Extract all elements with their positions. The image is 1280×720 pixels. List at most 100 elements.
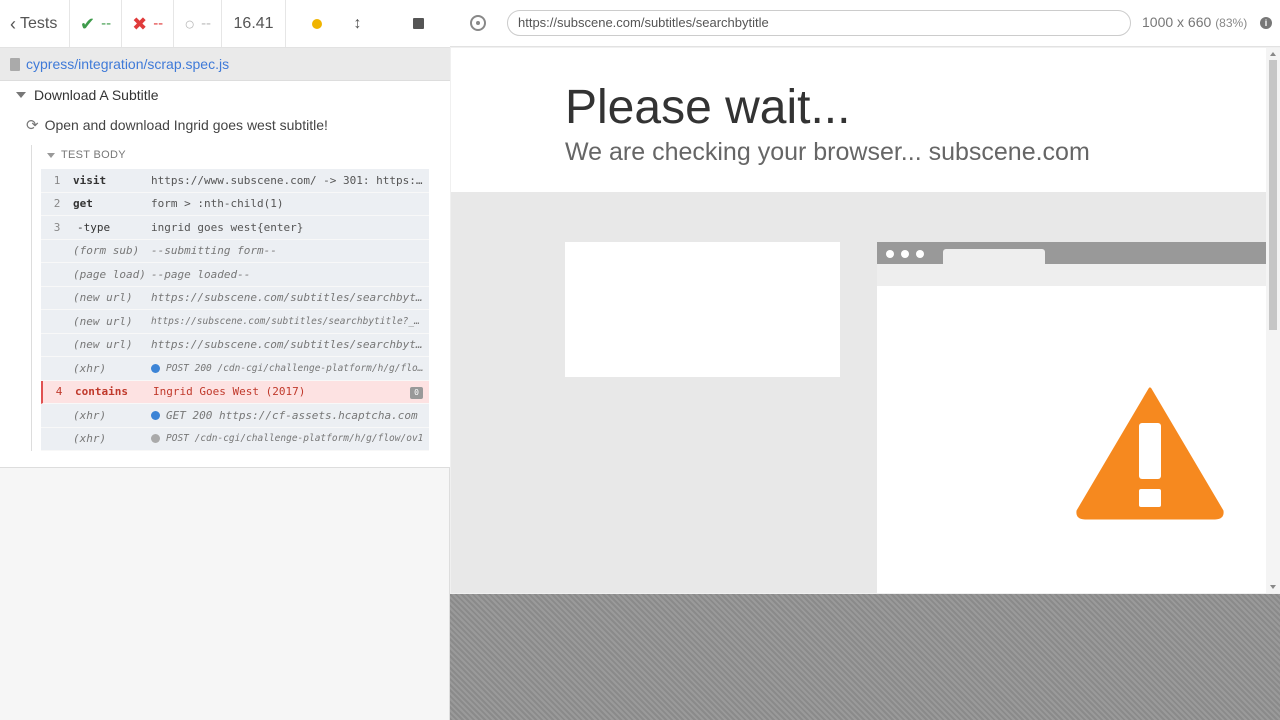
command-name: (form sub) bbox=[73, 244, 140, 258]
command-count-badge: 0 bbox=[410, 386, 423, 399]
browser-tab-shape bbox=[943, 249, 1045, 264]
aut-header: https://subscene.com/subtitles/searchbyt… bbox=[450, 0, 1280, 47]
command-message: https://subscene.com/subtitles/searchbyt… bbox=[151, 316, 429, 327]
command-message: POST 200 /cdn-cgi/challenge-platform/h/g… bbox=[151, 363, 429, 374]
command-message: form > :nth-child(1) bbox=[151, 197, 429, 210]
command-message: --submitting form-- bbox=[151, 244, 429, 257]
tests-back-button[interactable]: ‹ Tests bbox=[0, 0, 70, 47]
command-message-text: https://subscene.com/subtitles/searchbyt… bbox=[151, 291, 429, 305]
viewport-info: 1000 x 660 (83%) bbox=[1142, 14, 1247, 30]
command-row[interactable]: (xhr) GET 200 https://cf-assets.hcaptcha.… bbox=[41, 404, 429, 428]
url-bar[interactable]: https://subscene.com/subtitles/searchbyt… bbox=[507, 10, 1131, 36]
command-row[interactable]: (xhr) POST /cdn-cgi/challenge-platform/h/… bbox=[41, 427, 429, 451]
caret-down-icon bbox=[47, 152, 55, 158]
command-message-text: form > :nth-child(1) bbox=[151, 197, 284, 211]
command-row[interactable]: 1 visit https://www.subscene.com/ -> 301: … bbox=[41, 169, 429, 193]
command-message-text: --page loaded-- bbox=[151, 267, 251, 281]
reporter-header: ‹ Tests ✔ -- ✖ -- ○ -- 16.41 ↕ bbox=[0, 0, 450, 48]
command-message-text: https://subscene.com/subtitles/searchbyt… bbox=[151, 338, 429, 352]
aut-empty-area bbox=[450, 594, 1280, 720]
scroll-thumb[interactable] bbox=[1269, 60, 1277, 330]
command-message-text: Ingrid Goes West (2017) bbox=[153, 385, 306, 399]
command-message-text: https://subscene.com/subtitles/searchbyt… bbox=[151, 315, 429, 327]
duration: 16.41 bbox=[222, 0, 287, 47]
command-row[interactable]: (page load) --page loaded-- bbox=[41, 263, 429, 287]
command-number: 2 bbox=[53, 197, 61, 211]
caret-down-icon bbox=[16, 92, 26, 98]
command-message-text: POST /cdn-cgi/challenge-platform/h/g/flo… bbox=[166, 433, 424, 445]
suite-title[interactable]: Download A Subtitle bbox=[16, 87, 159, 103]
command-name: (new url) bbox=[73, 314, 133, 328]
warning-icon bbox=[1076, 387, 1224, 520]
tests-back-label: Tests bbox=[20, 14, 58, 32]
command-row[interactable]: 3 -type ingrid goes west{enter} bbox=[41, 216, 429, 240]
command-name: (new url) bbox=[73, 338, 133, 352]
command-row[interactable]: (new url) https://subscene.com/subtitles/… bbox=[41, 310, 429, 334]
x-icon: ✖ bbox=[132, 13, 148, 34]
command-message: --page loaded-- bbox=[151, 268, 429, 281]
browser-illustration-toolbar bbox=[877, 264, 1266, 286]
command-name: (new url) bbox=[73, 291, 133, 305]
reporter-panel: ‹ Tests ✔ -- ✖ -- ○ -- 16.41 ↕ cypress/i… bbox=[0, 0, 450, 720]
command-row[interactable]: (new url) https://subscene.com/subtitles/… bbox=[41, 333, 429, 357]
command-message-text: POST 200 /cdn-cgi/challenge-platform/h/g… bbox=[166, 362, 429, 374]
command-message: POST /cdn-cgi/challenge-platform/h/g/flo… bbox=[151, 433, 429, 444]
command-name: (xhr) bbox=[73, 408, 107, 422]
page-title: Please wait... bbox=[565, 81, 851, 134]
page-subtitle: We are checking your browser... subscene… bbox=[565, 138, 1090, 166]
test-title[interactable]: ⟳ Open and download Ingrid goes west sub… bbox=[26, 116, 328, 134]
command-name: (xhr) bbox=[73, 361, 107, 375]
pending-count[interactable]: ○ -- bbox=[174, 0, 223, 47]
command-message: ingrid goes west{enter} bbox=[151, 221, 429, 234]
browser-illustration bbox=[877, 242, 1266, 593]
xhr-status-dot-icon bbox=[151, 411, 160, 421]
command-name: get bbox=[73, 197, 93, 211]
window-dot-icon bbox=[886, 250, 894, 258]
command-name: visit bbox=[73, 173, 107, 187]
xhr-status-dot-icon bbox=[151, 363, 160, 373]
aut-iframe: Please wait... We are checking your brow… bbox=[451, 48, 1266, 593]
command-message-text: https://www.subscene.com/ -> 301: https:… bbox=[151, 173, 429, 187]
command-row[interactable]: 2 get form > :nth-child(1) bbox=[41, 192, 429, 216]
viewport-size: 1000 x 660 bbox=[1142, 14, 1212, 30]
stop-icon[interactable] bbox=[413, 18, 425, 29]
command-row[interactable]: (xhr) POST 200 /cdn-cgi/challenge-platfor… bbox=[41, 357, 429, 381]
viewport-scale: (83%) bbox=[1215, 16, 1248, 30]
runnables-list: Download A Subtitle ⟳ Open and download … bbox=[0, 81, 450, 468]
chevron-left-icon: ‹ bbox=[10, 13, 16, 34]
circle-icon: ○ bbox=[184, 13, 196, 34]
command-log: 1 visit https://www.subscene.com/ -> 301: … bbox=[41, 169, 429, 451]
command-message: https://www.subscene.com/ -> 301: https:… bbox=[151, 174, 429, 187]
command-number: 4 bbox=[55, 385, 63, 399]
refresh-icon: ⟳ bbox=[26, 117, 39, 134]
spec-file-link[interactable]: cypress/integration/scrap.spec.js bbox=[26, 56, 229, 72]
running-dot-icon bbox=[311, 18, 322, 29]
passed-count[interactable]: ✔ -- bbox=[70, 0, 123, 47]
spec-file-bar: cypress/integration/scrap.spec.js bbox=[0, 48, 450, 81]
test-body-guide bbox=[31, 145, 32, 451]
crosshair-icon[interactable] bbox=[470, 15, 486, 31]
command-row[interactable]: (form sub) --submitting form-- bbox=[41, 239, 429, 263]
command-message: https://subscene.com/subtitles/searchbyt… bbox=[151, 338, 429, 351]
command-message-text: --submitting form-- bbox=[151, 244, 277, 258]
command-number: 1 bbox=[53, 173, 61, 187]
command-message-text: ingrid goes west{enter} bbox=[151, 220, 304, 234]
illustration-card bbox=[565, 242, 840, 377]
run-controls: ↕ bbox=[286, 0, 450, 47]
command-message: GET 200 https://cf-assets.hcaptcha.com bbox=[151, 409, 429, 422]
test-body-label[interactable]: TEST BODY bbox=[47, 149, 126, 161]
command-name: (xhr) bbox=[73, 432, 107, 446]
scroll-up-icon[interactable] bbox=[1270, 52, 1276, 56]
aut-scrollbar[interactable] bbox=[1266, 48, 1280, 593]
command-row[interactable]: 4 contains Ingrid Goes West (2017) 0 bbox=[41, 380, 429, 404]
failed-count[interactable]: ✖ -- bbox=[122, 0, 175, 47]
check-icon: ✔ bbox=[80, 13, 96, 34]
command-name: (page load) bbox=[73, 267, 146, 281]
command-message: Ingrid Goes West (2017) bbox=[153, 385, 429, 398]
scroll-down-icon[interactable] bbox=[1270, 585, 1276, 589]
arrows-vertical-icon[interactable]: ↕ bbox=[354, 15, 362, 33]
xhr-status-dot-icon bbox=[151, 434, 160, 444]
command-row[interactable]: (new url) https://subscene.com/subtitles/… bbox=[41, 286, 429, 310]
command-message-text: GET 200 https://cf-assets.hcaptcha.com bbox=[166, 408, 418, 422]
info-icon[interactable]: i bbox=[1260, 17, 1272, 29]
